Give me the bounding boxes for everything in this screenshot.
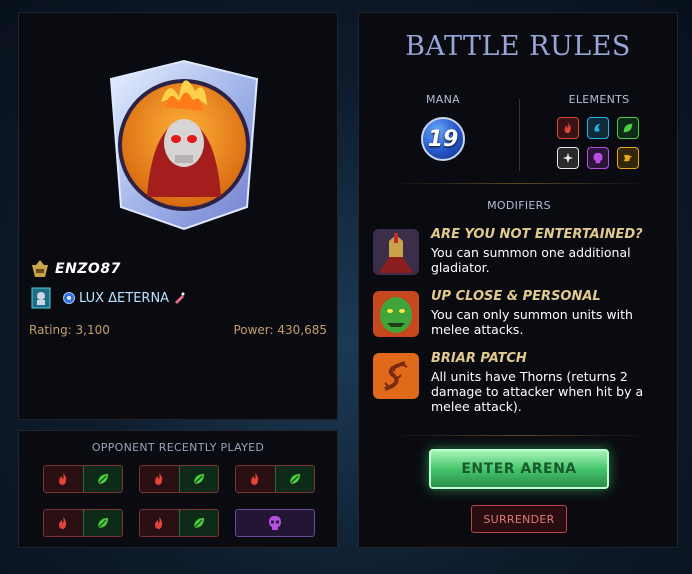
divider [389, 183, 649, 184]
fire-icon [59, 517, 67, 529]
surrender-label: SURRENDER [483, 512, 555, 526]
opponent-recent-chip [43, 509, 123, 537]
opponent-recent-chip [43, 465, 123, 493]
battle-rules-panel: BATTLE RULES MANA 19 ELEMENTS MODIFIERS [358, 12, 678, 548]
mana-value: 19 [427, 126, 459, 152]
earth-leaf-icon [97, 474, 108, 485]
enter-arena-button[interactable]: ENTER ARENA [429, 449, 609, 489]
gladiator-helmet-icon [373, 229, 419, 275]
element-water-icon [587, 117, 609, 139]
opponent-recent-chip [235, 509, 315, 537]
brawl-icon [175, 292, 185, 304]
death-skull-icon [269, 516, 281, 530]
element-life-icon [557, 147, 579, 169]
player-avatar [97, 57, 271, 231]
mana-cap-badge: 19 [421, 117, 465, 161]
modifier-description: You can summon one additional gladiator. [431, 245, 631, 275]
opponent-recent-title: OPPONENT RECENTLY PLAYED [91, 441, 265, 454]
battle-rules-title: BATTLE RULES [405, 31, 631, 62]
enter-arena-label: ENTER ARENA [461, 461, 577, 477]
opponent-recent-panel: OPPONENT RECENTLY PLAYED [18, 430, 338, 548]
modifier-title: BRIAR PATCH [431, 351, 527, 366]
thorns-icon [373, 353, 419, 399]
divider [389, 435, 649, 436]
player-name[interactable]: ENZO87 [55, 261, 121, 277]
mana-label: MANA [426, 93, 460, 106]
modifier-description: You can only summon units with melee att… [431, 307, 633, 337]
player-power: Power: 430,685 [233, 323, 327, 337]
earth-leaf-icon [289, 474, 300, 485]
divider [519, 99, 520, 171]
goblin-face-icon [373, 291, 419, 337]
surrender-button[interactable]: SURRENDER [471, 505, 567, 533]
opponent-recent-chip [139, 465, 219, 493]
opponent-recent-chip [139, 509, 219, 537]
player-rating: Rating: 3,100 [29, 323, 110, 337]
league-icon [32, 260, 48, 277]
element-dragon-icon [617, 147, 639, 169]
opponent-recent-chip [235, 465, 315, 493]
element-earth-icon [617, 117, 639, 139]
player-name-row: ENZO87 [31, 259, 121, 279]
guild-crest-icon [63, 292, 75, 304]
fire-icon [155, 473, 163, 485]
element-fire-icon [557, 117, 579, 139]
earth-leaf-icon [193, 518, 204, 529]
modifier-description: All units have Thorns (returns 2 damage … [431, 369, 644, 414]
modifier-title: UP CLOSE & PERSONAL [431, 289, 601, 304]
guild-name[interactable]: LUX ΔETERNA [79, 291, 169, 306]
modifiers-label: MODIFIERS [487, 199, 551, 212]
guild-row: LUX ΔETERNA [31, 287, 185, 309]
earth-leaf-icon [193, 474, 204, 485]
fire-icon [59, 473, 67, 485]
player-profile-panel: ENZO87 LUX ΔETERNA Rating: 3,100 Power: … [18, 12, 338, 420]
guild-banner-icon [31, 287, 51, 309]
fire-icon [155, 517, 163, 529]
earth-leaf-icon [97, 518, 108, 529]
modifier-title: ARE YOU NOT ENTERTAINED? [431, 227, 643, 242]
fire-icon [251, 473, 259, 485]
elements-label: ELEMENTS [568, 93, 630, 106]
element-death-icon [587, 147, 609, 169]
